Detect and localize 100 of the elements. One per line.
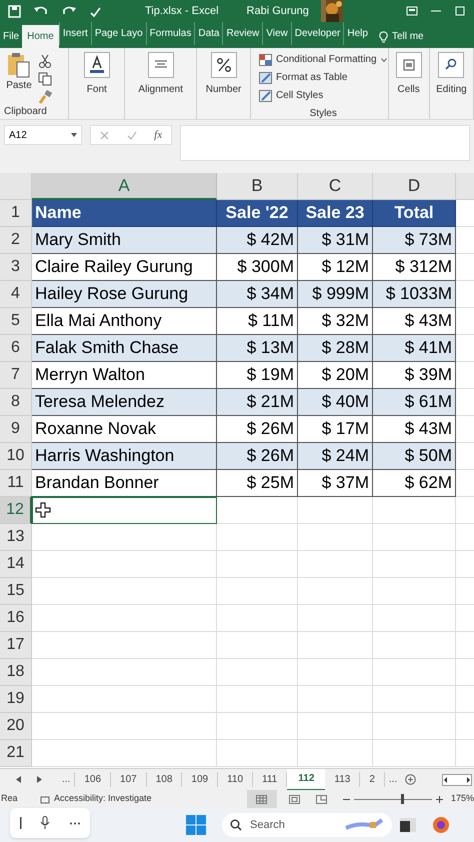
row-header[interactable]: 16 — [0, 605, 32, 632]
sheet-tab[interactable]: 106 — [75, 772, 112, 787]
window-app-icon[interactable] — [400, 818, 416, 832]
spelling-check-icon[interactable] — [89, 4, 101, 18]
ribbon-tab[interactable]: Page Layo — [90, 22, 146, 45]
row-header[interactable]: 15 — [0, 578, 32, 605]
maximize-icon[interactable] — [454, 6, 466, 16]
more-sheets-button[interactable]: ... — [58, 772, 76, 787]
sheet-tab[interactable]: 107 — [111, 772, 147, 787]
formula-input[interactable] — [180, 125, 470, 161]
page-break-icon[interactable] — [316, 794, 327, 804]
normal-view-button[interactable] — [246, 790, 277, 808]
column-heading-cell: Total — [373, 200, 456, 227]
ribbon-tab[interactable]: View — [262, 22, 291, 45]
conditional-formatting-button[interactable]: Conditional Formatting — [258, 52, 388, 67]
scissors-icon[interactable] — [38, 54, 52, 68]
horizontal-scrollbar-icon[interactable] — [442, 774, 472, 786]
ribbon-display-icon[interactable] — [406, 6, 418, 16]
alignment-button[interactable]: Alignment — [138, 52, 183, 97]
ribbon-tab[interactable]: Help — [343, 22, 371, 45]
row-header[interactable]: 18 — [0, 659, 32, 686]
row-header[interactable]: 19 — [0, 686, 32, 713]
search-icon — [438, 52, 464, 78]
paste-button[interactable]: Paste — [4, 52, 34, 104]
row-header[interactable]: 4 — [0, 281, 32, 308]
browser-icon[interactable] — [432, 816, 450, 834]
copy-icon[interactable] — [38, 72, 52, 86]
scroll-left-icon[interactable] — [16, 776, 21, 783]
accessibility-status[interactable]: Accessibility: Investigate — [54, 792, 152, 806]
row-header[interactable]: 3 — [0, 254, 32, 281]
cancel-icon[interactable] — [100, 130, 109, 140]
sheet-tab[interactable]: 108 — [146, 772, 182, 787]
zoom-in-icon[interactable] — [436, 796, 443, 802]
ribbon-tab[interactable]: Home — [22, 25, 59, 48]
row-header[interactable]: 12 — [0, 497, 32, 524]
editing-button[interactable]: Editing — [436, 52, 467, 97]
row-header[interactable]: 13 — [0, 524, 32, 551]
row-header[interactable]: 8 — [0, 389, 32, 416]
row-header[interactable]: 11 — [0, 470, 32, 497]
taskbar-search-field[interactable]: Search — [222, 813, 392, 837]
zoom-slider-thumb[interactable] — [401, 794, 404, 804]
column-header[interactable] — [456, 173, 474, 200]
redo-icon[interactable] — [61, 5, 77, 17]
percent-icon — [210, 52, 237, 78]
column-header[interactable]: A — [32, 173, 217, 200]
zoom-percent[interactable]: 175% — [450, 792, 474, 806]
row-header[interactable]: 5 — [0, 308, 32, 335]
ribbon-tab[interactable]: Developer — [290, 22, 344, 45]
selected-cell[interactable] — [32, 497, 217, 524]
table-cell: Brandan Bonner — [32, 470, 217, 497]
row-header[interactable]: 2 — [0, 227, 32, 254]
sheet-tab[interactable]: 110 — [218, 772, 254, 787]
column-header[interactable]: D — [373, 173, 456, 200]
brush-icon[interactable] — [38, 90, 52, 104]
ribbon-tab[interactable]: File — [0, 25, 22, 48]
add-sheet-icon[interactable] — [405, 774, 416, 785]
table-cell: $ 43M — [373, 416, 456, 443]
check-icon[interactable] — [126, 130, 136, 140]
row-header[interactable]: 21 — [0, 740, 32, 767]
scroll-right-icon[interactable] — [37, 776, 42, 783]
format-as-table-button[interactable]: Format as Table — [258, 70, 388, 85]
sheet-tab[interactable]: 109 — [182, 772, 218, 787]
ribbon-tab[interactable]: Data — [194, 22, 222, 45]
windows-start-icon[interactable] — [186, 815, 206, 835]
row-header[interactable]: 20 — [0, 713, 32, 740]
row-header[interactable]: 7 — [0, 362, 32, 389]
zoom-slider[interactable] — [354, 794, 432, 804]
cells-button[interactable]: Cells — [396, 52, 422, 97]
microphone-icon[interactable] — [40, 816, 50, 830]
name-box[interactable]: A12 — [4, 125, 82, 145]
row-header[interactable]: 10 — [0, 443, 32, 470]
column-header[interactable]: C — [298, 173, 373, 200]
sheet-tab[interactable]: 2 — [360, 772, 385, 787]
sheet-tab[interactable]: 113 — [325, 772, 360, 787]
select-all-button[interactable] — [0, 173, 32, 200]
row-header[interactable]: 1 — [0, 200, 32, 227]
more-sheets-button[interactable]: ... — [388, 772, 398, 787]
row-header[interactable]: 6 — [0, 335, 32, 362]
page-layout-icon[interactable] — [288, 794, 300, 804]
row-header[interactable]: 9 — [0, 416, 32, 443]
undo-icon[interactable] — [33, 5, 49, 17]
row-header[interactable]: 14 — [0, 551, 32, 578]
row-header[interactable]: 17 — [0, 632, 32, 659]
number-button[interactable]: Number — [206, 52, 242, 97]
insert-function-button[interactable]: fx — [154, 126, 162, 144]
ribbon-tab[interactable]: Insert — [58, 22, 91, 45]
sheet-tab[interactable]: 112 — [287, 768, 326, 790]
save-icon[interactable] — [8, 4, 21, 18]
cell-styles-button[interactable]: Cell Styles — [258, 88, 388, 103]
column-header[interactable]: B — [217, 173, 298, 200]
dropdown-caret-icon — [380, 58, 387, 62]
tell-me-button[interactable]: Tell me — [370, 25, 424, 48]
ribbon-tab[interactable]: Review — [222, 22, 262, 45]
more-icon[interactable] — [68, 822, 81, 824]
cursor-icon[interactable] — [19, 817, 22, 829]
table-cell: $ 19M — [217, 362, 298, 389]
search-input[interactable]: Search — [250, 816, 330, 834]
ribbon-tab[interactable]: Formulas — [146, 22, 194, 45]
table-cell: $ 26M — [217, 416, 298, 443]
font-button[interactable]: Font — [84, 52, 110, 97]
